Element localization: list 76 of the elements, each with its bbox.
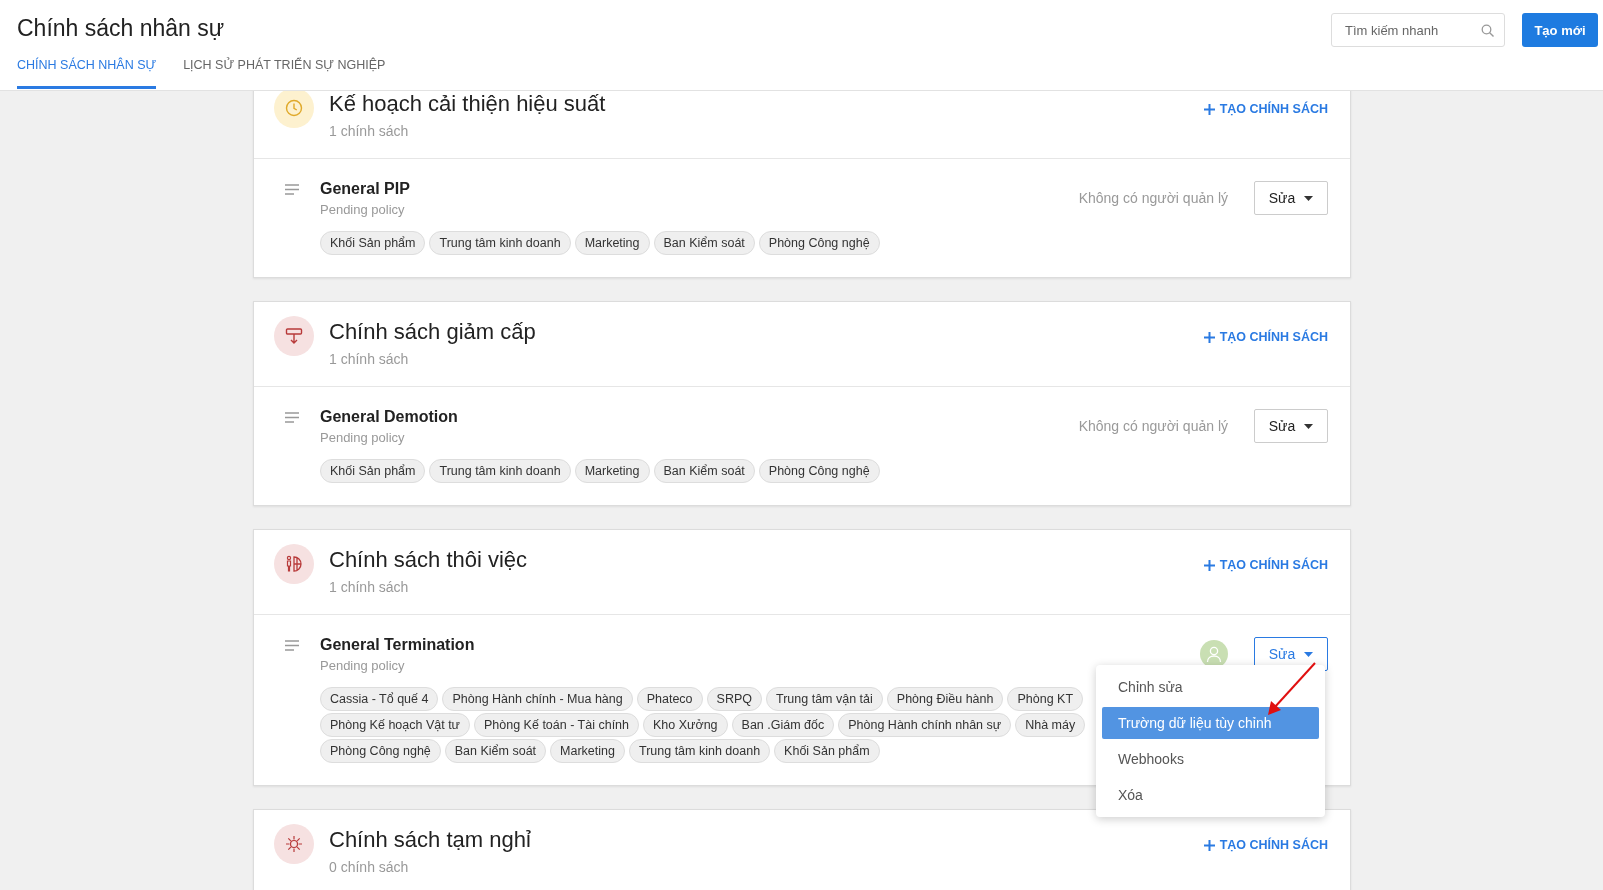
caret-icon [1304,195,1314,201]
down-arrow-icon [285,327,303,345]
policy-name: General PIP [320,179,411,199]
create-policy-link[interactable]: TẠO CHÍNH SÁCH [1203,838,1328,852]
department-tag: Kho Xưởng [643,713,728,737]
policy-name: General Demotion [320,407,459,427]
caret-icon [1304,423,1314,429]
section-title: Chính sách giảm cấp [329,318,537,346]
page-title: Chính sách nhân sự [17,14,226,42]
lines-icon [285,412,299,423]
department-tag: Phateco [636,687,703,711]
department-tag: Trung tâm kinh doanh [628,739,771,763]
section-title: Chính sách thôi việc [329,546,529,574]
department-tag: Trung tâm vận tải [766,687,883,711]
section-title: Chính sách tạm nghỉ [329,826,532,854]
create-policy-link[interactable]: TẠO CHÍNH SÁCH [1203,102,1328,116]
menu-item[interactable]: Trường dữ liệu tùy chỉnh [1102,707,1319,739]
department-tag: Trung tâm kinh doanh [429,231,571,255]
department-tag: Phòng Hành chính - Mua hàng [442,687,633,711]
department-tag: Marketing [550,739,625,763]
policy-status: Pending policy [320,202,406,217]
caret-icon [1304,651,1314,657]
menu-item[interactable]: Xóa [1102,779,1319,811]
person-icon [1206,646,1222,662]
department-tag: Phòng Công nghệ [758,459,880,483]
department-tag: Ban .Giám đốc [731,713,835,737]
department-tag: Marketing [574,459,650,483]
create-policy-link[interactable]: TẠO CHÍNH SÁCH [1203,330,1328,344]
menu-item[interactable]: Chỉnh sửa [1102,671,1319,703]
edit-dropdown-button[interactable]: Sửa [1254,181,1328,215]
create-button[interactable]: Tạo mới [1522,13,1598,47]
sun-icon [285,835,303,853]
manager-text: Không có người quản lý [1078,190,1228,206]
policy-count: 1 chính sách [329,351,410,367]
policy-count: 1 chính sách [329,579,410,595]
plus-icon [1203,559,1215,571]
department-tag: Khối Sản phẩm [320,459,426,483]
department-tag: Phòng Điều hành [886,687,1004,711]
department-tag: Ban Kiểm soát [653,459,755,483]
search-field[interactable]: Tìm kiếm nhanh [1331,13,1505,47]
clock-icon [285,99,303,117]
edit-dropdown-button[interactable]: Sửa [1254,409,1328,443]
policy-name: General Termination [320,635,476,655]
manager-text: Không có người quản lý [1078,418,1228,434]
department-tag: Trung tâm kinh doanh [429,459,571,483]
policy-count: 1 chính sách [329,123,410,139]
tab[interactable]: CHÍNH SÁCH NHÂN SỰ [17,58,157,89]
department-tag: Phòng Kế toán - Tài chính [474,713,639,737]
person-globe-icon [285,555,303,573]
department-tag: Marketing [574,231,650,255]
department-tag: Phòng Công nghệ [758,231,880,255]
pointer-arrow [1268,662,1316,715]
plus-icon [1203,839,1215,851]
tab[interactable]: LỊCH SỬ PHÁT TRIỂN SỰ NGHIỆP [183,58,386,89]
plus-icon [1203,103,1215,115]
department-tag: Phòng Công nghệ [320,739,441,763]
create-policy-link[interactable]: TẠO CHÍNH SÁCH [1203,558,1328,572]
department-tag: Ban Kiểm soát [653,231,755,255]
department-tag: Phòng Hành chính nhân sự [838,713,1012,737]
policy-status: Pending policy [320,658,406,673]
department-tag: Cassia - Tổ quế 4 [320,687,439,711]
department-tag: Phòng Kế hoạch Vật tư [320,713,470,737]
plus-icon [1203,331,1215,343]
lines-icon [285,640,299,651]
search-icon [1481,24,1494,37]
section-title: Kế hoạch cải thiện hiệu suất [329,91,607,118]
department-tag: Phòng KT [1007,687,1084,711]
department-tag: Khối Sản phẩm [774,739,880,763]
policy-status: Pending policy [320,430,406,445]
department-tag: Ban Kiểm soát [444,739,547,763]
menu-item[interactable]: Webhooks [1102,743,1319,775]
department-tag: Nhà máy [1015,713,1086,737]
lines-icon [285,184,299,195]
policy-count: 0 chính sách [329,859,410,875]
department-tag: Khối Sản phẩm [320,231,426,255]
department-tag: SRPQ [706,687,762,711]
